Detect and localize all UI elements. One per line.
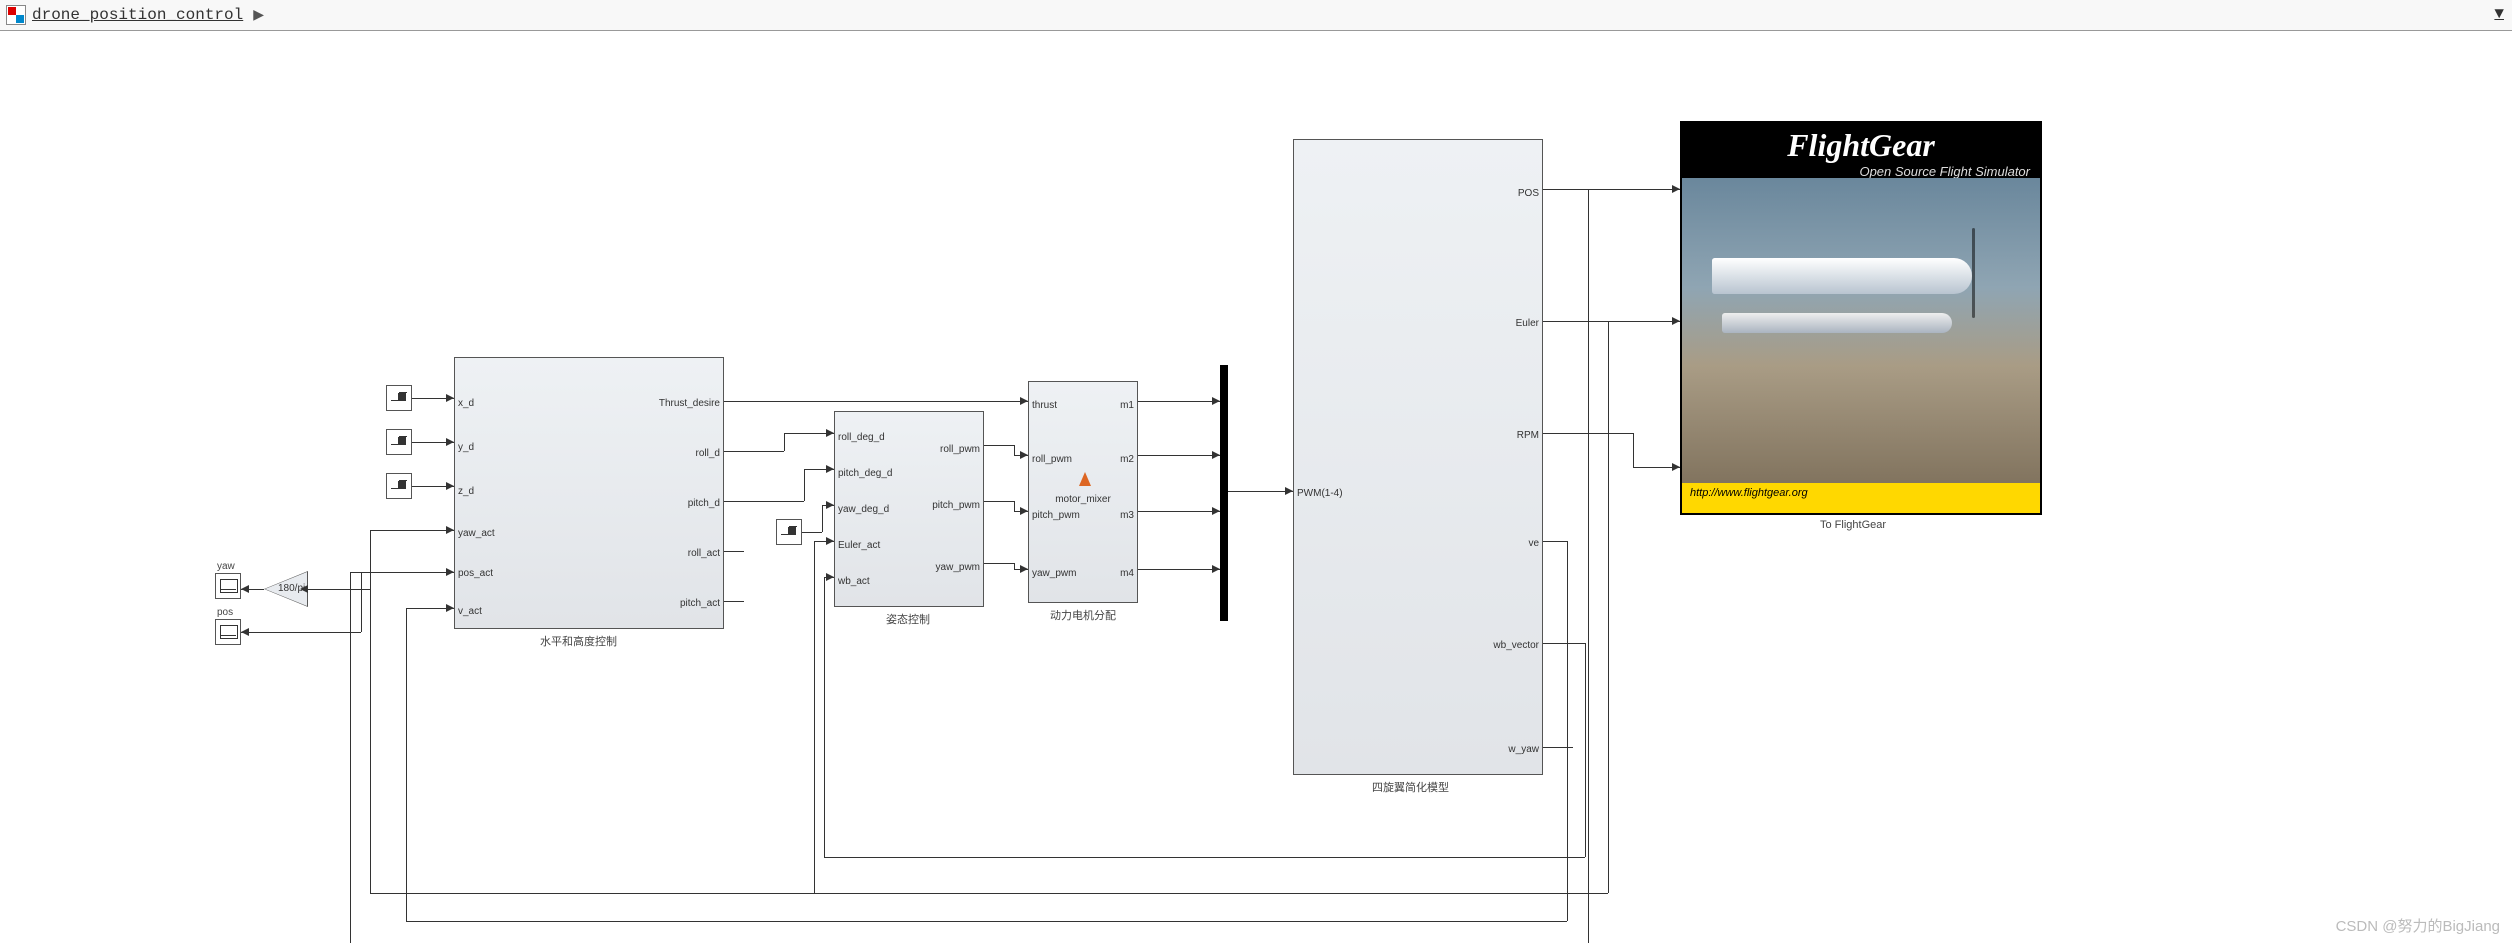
port-pitch-act: pitch_act (680, 598, 720, 609)
model-name[interactable]: drone_position_control (32, 6, 243, 24)
watermark: CSDN @努力的BigJiang (2336, 915, 2500, 936)
nav-dropdown-icon[interactable]: ▼ (2494, 5, 2504, 23)
port-roll-in: roll_pwm (1032, 454, 1072, 465)
port-pitch-d: pitch_d (688, 498, 720, 509)
mux-block[interactable] (1220, 365, 1228, 621)
subsystem-position-control-label: 水平和高度控制 (540, 633, 617, 649)
flightgear-preview (1682, 178, 2040, 491)
port-m1: m1 (1120, 400, 1134, 411)
step-source-z[interactable] (386, 473, 412, 499)
subsystem-motor-mixer-label: 动力电机分配 (1050, 607, 1116, 623)
flightgear-logo: FlightGear (1682, 127, 2040, 164)
port-yd: y_d (458, 442, 474, 453)
port-v-act: v_act (458, 606, 482, 617)
step-source-y[interactable] (386, 429, 412, 455)
gain-label: 180/pi (278, 583, 305, 594)
port-yaw-act: yaw_act (458, 528, 495, 539)
scope-yaw[interactable] (215, 573, 241, 599)
port-pitch-pwm: pitch_pwm (932, 500, 980, 511)
port-euler-out: Euler (1516, 318, 1539, 329)
breadcrumb[interactable]: drone_position_control ▶ ▼ (0, 0, 2512, 31)
scope-pos-label: pos (217, 607, 233, 618)
subsystem-quadrotor-model[interactable]: PWM(1-4) POS Euler RPM ve wb_vector w_ya… (1293, 139, 1543, 775)
matlab-icon (1029, 472, 1137, 492)
port-yaw-pwm: yaw_pwm (936, 562, 980, 573)
mixer-label: motor_mixer (1029, 494, 1137, 505)
subsystem-attitude-control-label: 姿态控制 (886, 611, 930, 627)
simulink-canvas[interactable]: yaw pos 180/pi x_d y_d z_d yaw_act pos_a… (0, 31, 2512, 943)
port-ve-out: ve (1528, 538, 1539, 549)
port-pos-act: pos_act (458, 568, 493, 579)
scope-yaw-label: yaw (217, 561, 235, 572)
port-zd: z_d (458, 486, 474, 497)
chevron-right-icon: ▶ (253, 7, 264, 24)
flightgear-url: http://www.flightgear.org (1682, 483, 2040, 513)
port-pos-out: POS (1518, 188, 1539, 199)
port-yaw-in: yaw_pwm (1032, 568, 1076, 579)
subsystem-motor-mixer[interactable]: thrust roll_pwm pitch_pwm yaw_pwm m1 m2 … (1028, 381, 1138, 603)
port-m4: m4 (1120, 568, 1134, 579)
port-roll-act: roll_act (688, 548, 720, 559)
subsystem-position-control[interactable]: x_d y_d z_d yaw_act pos_act v_act Thrust… (454, 357, 724, 629)
port-euler-act: Euler_act (838, 540, 880, 551)
step-source-yaw[interactable] (776, 519, 802, 545)
scope-pos[interactable] (215, 619, 241, 645)
flightgear-subtitle: Open Source Flight Simulator (1682, 164, 2040, 179)
port-wb-act: wb_act (838, 576, 870, 587)
subsystem-attitude-control[interactable]: roll_deg_d pitch_deg_d yaw_deg_d Euler_a… (834, 411, 984, 607)
port-roll-pwm: roll_pwm (940, 444, 980, 455)
port-roll-d: roll_d (696, 448, 720, 459)
model-icon (6, 5, 26, 25)
port-wyaw-out: w_yaw (1508, 744, 1539, 755)
port-m2: m2 (1120, 454, 1134, 465)
step-source-x[interactable] (386, 385, 412, 411)
port-pwm-in: PWM(1-4) (1297, 488, 1343, 499)
port-roll-deg: roll_deg_d (838, 432, 885, 443)
port-yaw-deg: yaw_deg_d (838, 504, 889, 515)
subsystem-quadrotor-label: 四旋翼简化模型 (1372, 779, 1449, 795)
port-rpm-out: RPM (1517, 430, 1539, 441)
port-m3: m3 (1120, 510, 1134, 521)
port-wb-out: wb_vector (1493, 640, 1539, 651)
port-thrust-in: thrust (1032, 400, 1057, 411)
flightgear-block[interactable]: FlightGear Open Source Flight Simulator … (1680, 121, 2042, 515)
port-pitch-in: pitch_pwm (1032, 510, 1080, 521)
port-xd: x_d (458, 398, 474, 409)
flightgear-label: To FlightGear (1820, 519, 1886, 531)
port-thrust: Thrust_desire (659, 398, 720, 409)
gain-block[interactable]: 180/pi (264, 571, 308, 607)
port-pitch-deg: pitch_deg_d (838, 468, 893, 479)
